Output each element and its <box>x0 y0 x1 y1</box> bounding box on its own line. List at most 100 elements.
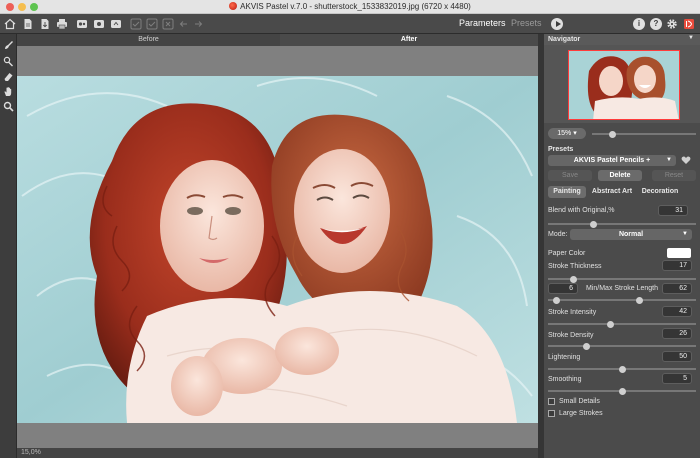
stroke-length-range-slider[interactable] <box>548 296 696 304</box>
mode-selected: Normal <box>618 231 644 238</box>
lightening-label: Lightening <box>548 354 581 361</box>
apply-all-icon[interactable] <box>146 18 158 30</box>
stroke-length-label: Min/Max Stroke Length <box>586 285 658 292</box>
zoom-status: 15,0% <box>21 449 41 456</box>
zoom-select[interactable]: 15% ▾ <box>548 128 586 139</box>
before-after-tabs: Before After <box>17 34 538 46</box>
chevron-down-icon: ▼ <box>682 231 688 237</box>
large-strokes-checkbox[interactable] <box>548 410 555 417</box>
navigator-zoom-knob[interactable] <box>609 130 617 138</box>
smoothing-slider[interactable] <box>548 387 696 395</box>
stroke-density-label: Stroke Density <box>548 332 594 339</box>
navigator-zoom-slider[interactable] <box>592 130 696 138</box>
stroke-density-slider[interactable] <box>548 342 696 350</box>
navigator-title: Navigator <box>548 36 581 43</box>
blend-slider[interactable] <box>548 220 696 228</box>
undo-icon[interactable] <box>178 18 190 30</box>
delete-preset-button[interactable]: Delete <box>598 170 642 181</box>
main-toolbar: Parameters Presets i ? <box>0 14 700 34</box>
home-icon[interactable] <box>4 18 16 30</box>
lightening-knob[interactable] <box>618 365 626 373</box>
stroke-intensity-label: Stroke Intensity <box>548 309 597 316</box>
chevron-down-icon: ▼ <box>666 157 672 163</box>
akvis-book-icon[interactable] <box>683 18 695 30</box>
print-icon[interactable] <box>56 18 68 30</box>
pastel-image-svg <box>17 76 538 423</box>
cancel-icon[interactable] <box>162 18 174 30</box>
stroke-intensity-knob[interactable] <box>606 320 614 328</box>
brush-icon[interactable] <box>3 40 14 51</box>
navigator-thumbnail[interactable] <box>568 50 680 120</box>
stroke-density-knob[interactable] <box>582 342 590 350</box>
paper-color-label: Paper Color <box>548 250 586 257</box>
presets-label: Presets <box>548 146 574 153</box>
smoothing-label: Smoothing <box>548 376 582 383</box>
stroke-density-field[interactable]: 26 <box>662 328 692 339</box>
tab-decoration[interactable]: Decoration <box>638 186 682 198</box>
batch-icon[interactable] <box>76 18 88 30</box>
run-icon[interactable] <box>551 18 563 30</box>
share-icon[interactable] <box>110 18 122 30</box>
zoom-select-value: 15% <box>557 130 572 137</box>
tab-abstract-art[interactable]: Abstract Art <box>588 186 636 198</box>
image-canvas[interactable] <box>17 46 538 448</box>
apply-icon[interactable] <box>130 18 142 30</box>
window-title: AKVIS Pastel v.7.0 - shutterstock_153383… <box>0 2 700 11</box>
stroke-direction-icon[interactable] <box>3 56 14 67</box>
navigator-preview[interactable] <box>544 45 700 123</box>
blend-slider-knob[interactable] <box>590 220 598 228</box>
status-bar: 15,0% <box>17 448 538 458</box>
stroke-thickness-slider[interactable] <box>548 275 696 283</box>
open-file-icon[interactable] <box>22 18 34 30</box>
pastel-result-image[interactable] <box>17 76 538 423</box>
stroke-thickness-label: Stroke Thickness <box>548 263 602 270</box>
navigator-thumbnail-image <box>569 51 679 119</box>
navigator-header[interactable]: Navigator ▼ <box>544 34 700 45</box>
info-icon[interactable]: i <box>633 18 645 30</box>
save-file-icon[interactable] <box>39 18 51 30</box>
stroke-thickness-knob[interactable] <box>569 275 577 283</box>
smoothing-field[interactable]: 5 <box>662 373 692 384</box>
redo-icon[interactable] <box>192 18 204 30</box>
small-details-checkbox[interactable] <box>548 398 555 405</box>
window-title-text: AKVIS Pastel v.7.0 - shutterstock_153383… <box>240 2 471 11</box>
preset-selected: AKVIS Pastel Pencils + <box>573 157 651 164</box>
mode-label: Mode: <box>548 231 568 238</box>
plugin-icon[interactable] <box>93 18 105 30</box>
stroke-intensity-slider[interactable] <box>548 320 696 328</box>
title-bar: AKVIS Pastel v.7.0 - shutterstock_153383… <box>0 0 700 14</box>
tab-parameters[interactable]: Parameters <box>459 18 506 28</box>
zoom-icon[interactable] <box>3 101 14 112</box>
eraser-icon[interactable] <box>3 71 14 82</box>
stroke-min-field[interactable]: 6 <box>548 283 578 294</box>
tab-presets[interactable]: Presets <box>511 18 542 28</box>
stroke-min-knob[interactable] <box>553 296 561 304</box>
stroke-thickness-field[interactable]: 17 <box>662 260 692 271</box>
save-preset-button[interactable]: Save <box>548 170 592 181</box>
gear-icon[interactable] <box>666 18 678 30</box>
app-logo-icon <box>229 2 238 10</box>
tab-after[interactable]: After <box>280 34 538 46</box>
reset-preset-button[interactable]: Reset <box>652 170 696 181</box>
hand-icon[interactable] <box>3 86 14 97</box>
small-details-label: Small Details <box>559 398 600 405</box>
blend-value-field[interactable]: 31 <box>658 205 688 216</box>
chevron-down-icon[interactable]: ▼ <box>688 35 694 41</box>
settings-panel: Navigator ▼ 15% ▾ Presets AKVIS Pastel P… <box>544 34 700 458</box>
favorite-heart-icon[interactable] <box>681 155 691 165</box>
help-icon[interactable]: ? <box>650 18 662 30</box>
lightening-field[interactable]: 50 <box>662 351 692 362</box>
tab-painting[interactable]: Painting <box>548 186 586 198</box>
smoothing-knob[interactable] <box>618 387 626 395</box>
paper-color-swatch[interactable] <box>667 248 691 258</box>
stroke-max-field[interactable]: 62 <box>662 283 692 294</box>
tab-before[interactable]: Before <box>17 34 280 46</box>
preset-select[interactable]: AKVIS Pastel Pencils + ▼ <box>548 155 676 166</box>
mode-select[interactable]: Normal ▼ <box>570 229 692 240</box>
tool-column <box>0 34 17 458</box>
lightening-slider[interactable] <box>548 365 696 373</box>
stroke-intensity-field[interactable]: 42 <box>662 306 692 317</box>
large-strokes-label: Large Strokes <box>559 410 603 417</box>
blend-label: Blend with Original,% <box>548 207 615 214</box>
stroke-max-knob[interactable] <box>636 296 644 304</box>
